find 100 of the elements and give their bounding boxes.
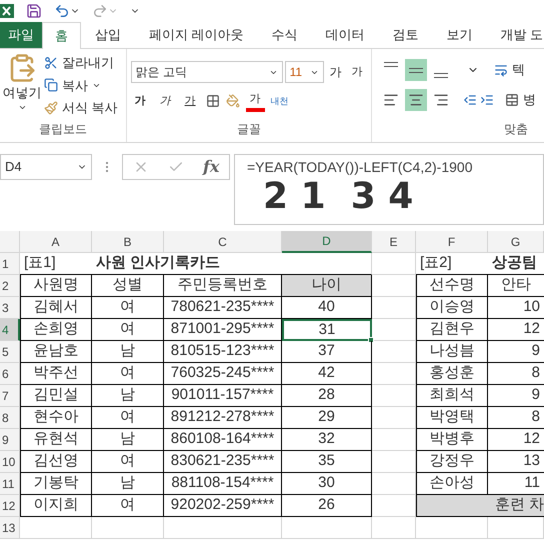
ribbon-tab[interactable]: 검토 (378, 22, 433, 48)
table-cell: 871001-295**** (164, 319, 282, 341)
column-header[interactable]: G (488, 231, 544, 253)
table-cell: 901011-157**** (164, 385, 282, 407)
column-header[interactable]: E (372, 231, 416, 253)
paste-button[interactable]: 여넣기 (0, 49, 44, 120)
bold-button[interactable]: 가 (130, 93, 150, 110)
table-cell: 12 (488, 319, 544, 341)
empty-cell (372, 297, 416, 319)
ribbon-tab[interactable]: 홈 (42, 22, 81, 49)
group-label: 글꼴 (236, 121, 262, 138)
table-cell[interactable]: 32 (282, 429, 372, 451)
fill-handle[interactable] (368, 337, 374, 343)
table-cell[interactable]: 42 (282, 363, 372, 385)
empty-cell (416, 517, 488, 539)
row-header[interactable]: 7 (0, 385, 20, 407)
table-cell: 780621-235**** (164, 297, 282, 319)
table-cell: 8 (488, 363, 544, 385)
merge-button[interactable]: 병 (505, 90, 536, 110)
row-header[interactable]: 9 (0, 429, 20, 451)
undo-icon[interactable] (54, 3, 70, 19)
drag-handle-icon[interactable] (106, 162, 108, 172)
column-header[interactable]: A (20, 231, 92, 253)
row-header[interactable]: 13 (0, 517, 20, 539)
ribbon-tab[interactable]: 수식 (258, 22, 312, 48)
column-header[interactable]: B (92, 231, 164, 253)
font-name-dropdown[interactable]: 맑은 고딕 (130, 61, 283, 83)
insert-function-button[interactable]: fx (202, 155, 220, 179)
grow-font-button[interactable]: 가 (326, 63, 346, 81)
row-header[interactable]: 10 (0, 451, 20, 473)
table-cell[interactable]: 30 (282, 473, 372, 495)
table-cell[interactable]: 31 (282, 319, 372, 341)
horizontal-align-button[interactable] (405, 89, 427, 111)
wrap-text-button[interactable]: 텍 (494, 60, 525, 80)
shrink-font-button[interactable]: 가 (348, 64, 367, 80)
row-header[interactable]: 11 (0, 473, 20, 495)
row-header[interactable]: 8 (0, 407, 20, 429)
spreadsheet-logo-icon[interactable] (0, 3, 14, 19)
column-header[interactable]: C (164, 231, 282, 253)
table-cell: 윤남호 (20, 341, 92, 363)
table-cell: 760325-245**** (164, 363, 282, 385)
fill-color-icon[interactable] (226, 94, 240, 108)
table-cell[interactable]: 26 (282, 495, 372, 517)
table-cell: 훈련 차 (416, 495, 544, 517)
font-color-button[interactable]: 가 (246, 91, 265, 112)
table-cell: 최희석 (416, 385, 488, 407)
table-cell: 현수아 (20, 407, 92, 429)
copy-button[interactable]: 복사 (44, 76, 118, 95)
ribbon-tab[interactable]: 데이터 (312, 22, 379, 48)
row-header[interactable]: 1 (0, 253, 20, 275)
table-cell[interactable]: 37 (282, 341, 372, 363)
borders-icon[interactable] (206, 94, 220, 108)
align-top-icon (384, 62, 398, 67)
group-label: 클립보드 (38, 121, 88, 138)
empty-cell (372, 451, 416, 473)
copy-icon (44, 78, 58, 92)
format-painter-button[interactable]: 서식 복사 (44, 98, 118, 118)
table-cell: 김현우 (416, 319, 488, 341)
table-cell[interactable]: 35 (282, 451, 372, 473)
ribbon-tab[interactable]: 보기 (432, 22, 487, 48)
empty-cell (92, 517, 164, 539)
save-icon[interactable] (26, 3, 42, 19)
font-size-dropdown[interactable]: 11 (284, 61, 324, 83)
increase-indent-icon[interactable] (480, 93, 494, 107)
row-header[interactable]: 3 (0, 297, 20, 319)
row-header[interactable]: 2 (0, 275, 20, 297)
empty-cell (372, 517, 416, 539)
table-cell[interactable]: 28 (282, 385, 372, 407)
table-cell: 12 (488, 429, 544, 451)
table-cell: 박영택 (416, 407, 488, 429)
vertical-align-button[interactable] (405, 59, 427, 81)
table-cell: 남 (92, 429, 164, 451)
formula-field[interactable]: =YEAR(TODAY())-LEFT(C4,2)-1900 2 1 3 4 (234, 154, 544, 225)
italic-button[interactable]: 가 (156, 93, 175, 110)
ribbon-tab[interactable]: 삽입 (81, 22, 135, 48)
empty-cell (372, 253, 416, 275)
table-cell: 이지희 (20, 495, 92, 517)
table-cell: 891212-278**** (164, 407, 282, 429)
column-header[interactable]: F (416, 231, 488, 253)
ribbon-tab[interactable]: 페이지 레이아웃 (135, 22, 258, 48)
phonetic-button[interactable]: 내천 (270, 94, 289, 108)
ribbon-tab[interactable]: 개발 도 (486, 22, 544, 48)
align-center-icon (408, 92, 424, 108)
table-title: 사원 인사기록카드 (92, 253, 282, 275)
underline-button[interactable]: 가 (180, 93, 200, 110)
table-cell[interactable]: 29 (282, 407, 372, 429)
row-header[interactable]: 4 (0, 319, 20, 341)
ribbon-tab[interactable]: 파일 (0, 22, 42, 48)
column-header[interactable]: D (282, 231, 372, 253)
row-header[interactable]: 5 (0, 341, 20, 363)
row-header[interactable]: 12 (0, 495, 20, 517)
name-box[interactable]: D4 (0, 154, 92, 180)
align-left-icon (383, 92, 399, 108)
table-label: [표2] (416, 253, 488, 275)
cut-button[interactable]: 잘라내기 (44, 53, 118, 72)
row-header[interactable]: 6 (0, 363, 20, 385)
decrease-indent-icon[interactable] (463, 93, 477, 107)
table-cell[interactable]: 40 (282, 297, 372, 319)
handwritten-text: 2 1 3 4 (262, 178, 414, 216)
empty-cell (372, 341, 416, 363)
